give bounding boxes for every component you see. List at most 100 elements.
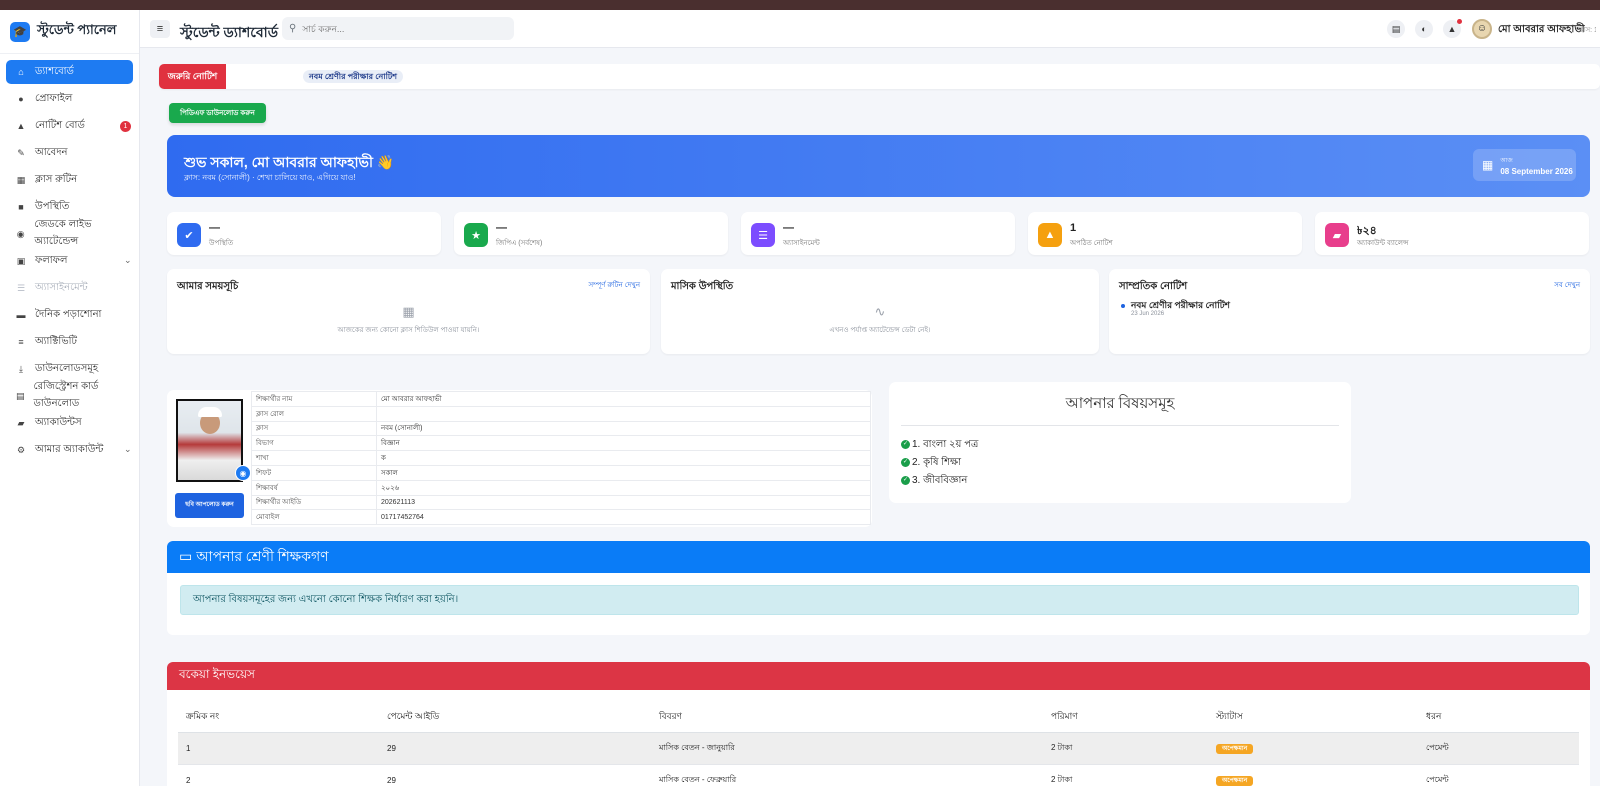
cell: 29 [379,732,651,765]
sidebar-item-activity[interactable]: ≡ অ্যাক্টিভিটি [6,330,133,354]
sidebar-item-label: অ্যাক্টিভিটি [35,335,77,347]
stat-balance[interactable]: ▰ ৳২৪ অ্যাকাউন্ট ব্যালেন্স [1315,212,1589,255]
sidebar-item-label: নোটিশ বোর্ড [35,119,85,131]
cell: 2 [178,764,379,786]
cell: 29 [379,764,651,786]
sidebar-item-profile[interactable]: ● প্রোফাইল [6,87,133,111]
sidebar-item-class-routine[interactable]: ▦ ক্লাস রুটিন [6,168,133,192]
column-header: স্ট্যাটাস [1208,702,1418,733]
card-title: আমার সময়সূচি [177,281,239,292]
user-name[interactable]: মো আবরার আফহাভী [1498,22,1585,39]
sidebar-item-downloads[interactable]: ⤓ ডাউনলোডসমূহ [6,357,133,381]
row-key: মোবাইল [251,509,377,526]
calendar-icon: ▦ [1482,158,1494,172]
edit-icon: ✎ [17,147,25,158]
table-row: বিভাগ বিজ্ঞান [251,435,871,452]
chart-icon: ▣ [16,255,26,266]
sidebar-item-daily-study[interactable]: ▬ দৈনিক পড়াশোনা [6,303,133,327]
card-title: মাসিক উপস্থিতি [671,281,734,292]
calendar-icon: ▦ [402,304,415,319]
palette-icon[interactable]: ◐ [1415,20,1433,38]
table-row: শিক্ষাবর্ষ ২০২৬ [251,479,871,496]
empty-text: আজকের জন্য কোনো ক্লাস শিডিউল পাওয়া যায়… [337,327,480,334]
cell: মাসিক বেতন - ফেব্রুয়ারি [651,764,1043,786]
sidebar-item-results[interactable]: ▣ ফলাফল ⌄ [6,249,133,273]
cell: 2 টাকা [1043,732,1208,765]
upload-photo-button[interactable]: ছবি আপলোড করুন [175,493,244,518]
urgent-notice-link[interactable]: নবম শ্রেণীর পরীক্ষার নোটিশ [303,70,403,83]
sidebar-item-label: ক্লাস রুটিন [35,173,78,185]
row-value: 202621113 [376,494,871,511]
bell-icon: ▲ [16,121,26,131]
sidebar-item-label: দৈনিক পড়াশোনা [35,308,102,320]
row-value: মো আবরার আফহাভী [376,391,871,407]
stat-unread-notice[interactable]: ▲ 1 অপঠিত নোটিশ [1028,212,1302,255]
teachers-header: ▭ আপনার শ্রেণী শিক্ষকগণ [167,541,1590,573]
table-row: মোবাইল 01717452764 [251,509,871,526]
sidebar-item-label: অ্যাসাইনমেন্ট [35,281,88,293]
avatar[interactable]: ☺ [1472,19,1492,39]
camera-icon[interactable]: ◉ [235,465,251,481]
sidebar-item-dashboard[interactable]: ⌂ ড্যাশবোর্ড [6,60,133,84]
status-badge: অপেক্ষমান [1216,775,1254,786]
subject-label: 3. জীববিজ্ঞান [912,475,968,486]
stat-assignment[interactable]: ☰ — অ্যাসাইনমেন্ট [741,212,1015,255]
subject-label: 1. বাংলা ২য় পত্র [912,439,979,450]
row-value: বিজ্ঞান [376,435,871,452]
row-key: শিক্ষার্থীর আইডি [251,494,377,511]
stat-attendance[interactable]: ✔ — উপস্থিতি [167,212,441,255]
row-key: ক্লাস রোল [251,405,377,422]
subjects-title: আপনার বিষয়সমূহ [1065,396,1175,412]
wallet-icon: ▰ [1325,223,1349,247]
schedule-card: আমার সময়সূচি সম্পূর্ণ রুটিন দেখুন ▦ আজক… [167,269,650,354]
sidebar-item-my-account[interactable]: ⚙ আমার অ্যাকাউন্ট ⌄ [6,438,133,462]
sidebar-item-registration-card[interactable]: ▤ রেজিস্ট্রেশন কার্ড ডাউনলোড [6,381,133,409]
table-row: ক্লাস রোল [251,405,871,422]
sidebar-item-label: ডাউনলোডসমূহ [35,362,99,374]
bell-icon[interactable]: ▲ [1443,19,1462,38]
see-all-link[interactable]: সব দেখুন [1554,279,1580,291]
pdf-download-button[interactable]: পিডিএফ ডাউনলোড করুন [169,103,266,123]
sidebar-item-attendance[interactable]: ■ উপস্থিতি [6,195,133,219]
chalkboard-teacher-icon: ▭ [179,549,193,565]
recent-notices-card: সাম্প্রতিক নোটিশ সব দেখুন নবম শ্রেণীর পর… [1109,269,1590,354]
sidebar-item-label: রেজিস্ট্রেশন কার্ড ডাউনলোড [33,381,99,409]
stat-label: অ্যাকাউন্ট ব্যালেন্স [1357,240,1409,247]
welcome-banner: শুভ সকাল, মো আবরার আফহাভী 👋 ক্লাস: নবম (… [167,135,1590,197]
teachers-title: আপনার শ্রেণী শিক্ষকগণ [196,550,329,565]
id-card-icon[interactable]: ▤ [1387,20,1405,38]
divider [901,425,1339,426]
subject-label: 2. কৃষি শিক্ষা [912,457,962,468]
column-header: ধরন [1418,702,1579,733]
greeting-subtitle: ক্লাস: নবম (সোনালী) · শেখা চালিয়ে যাও, … [184,173,356,182]
sidebar-item-accounts[interactable]: ▰ অ্যাকাউন্টস [6,411,133,435]
bell-icon: ▲ [1038,223,1062,247]
stat-label: অ্যাসাইনমেন্ট [783,240,820,247]
urgent-notice-bar: জরুরি নোটিশ নবম শ্রেণীর পরীক্ষার নোটিশ [159,64,1600,89]
sidebar-brand[interactable]: 🎓 স্টুডেন্ট প্যানেল [0,10,139,54]
menu-toggle-icon[interactable]: ≡ [150,20,170,38]
full-routine-link[interactable]: সম্পূর্ণ রুটিন দেখুন [588,279,640,291]
stat-value: — [783,222,794,234]
list-item: ✓ 2. কৃষি শিক্ষা [901,455,961,472]
sidebar-item-label: জেডকে লাইভ অ্যাটেন্ডেন্স [34,219,92,247]
user-check-icon: ✔ [177,223,201,247]
check-circle-icon: ✓ [901,439,910,449]
notice-date: 23 Jun 2026 [1131,311,1165,317]
search-input[interactable] [302,23,493,34]
sidebar-item-notice-board[interactable]: ▲ নোটিশ বোর্ড 1 [6,114,133,138]
sidebar-item-zk-live-attendance[interactable]: ◉ জেডকে লাইভ অ্যাটেন্ডেন্স [6,219,133,247]
user-icon: ● [18,94,24,104]
cell: মাসিক বেতন - জানুয়ারি [651,732,1043,765]
list-icon: ≡ [18,337,24,347]
sidebar-item-application[interactable]: ✎ আবেদন [6,141,133,165]
student-photo: ◉ [176,399,251,482]
stat-gpa[interactable]: ★ — জিপিএ (সর্বশেষ) [454,212,728,255]
stat-value: — [209,222,220,234]
sidebar: 🎓 স্টুডেন্ট প্যানেল ⌂ ড্যাশবোর্ড ● প্রোফাই… [0,10,140,786]
stat-value: — [496,222,507,234]
home-icon: ⌂ [18,67,24,77]
notification-dot [1457,19,1462,24]
sidebar-item-assignment[interactable]: ☰ অ্যাসাইনমেন্ট [6,276,133,300]
today-date-box: ▦ আজ 08 September 2026 [1473,149,1576,181]
